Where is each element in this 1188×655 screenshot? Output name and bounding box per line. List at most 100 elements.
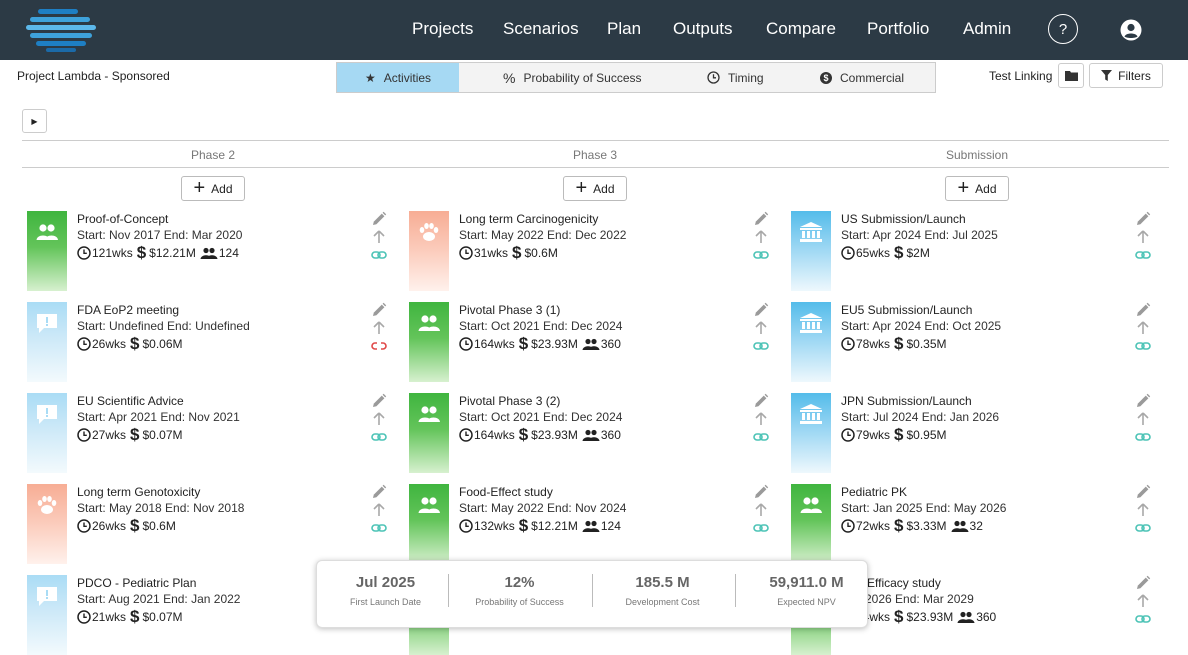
activity-card[interactable]: US Submission/Launch Start: Apr 2024 End:… <box>791 211 1151 291</box>
app-logo[interactable] <box>26 7 98 53</box>
activity-card[interactable]: Long term Carcinogenicity Start: May 2022… <box>409 211 769 291</box>
activity-title[interactable]: Pediatric PK <box>841 485 907 499</box>
activity-card[interactable]: FDA EoP2 meeting Start: Undefined End: Un… <box>27 302 387 382</box>
activity-card[interactable]: Pivotal Phase 3 (2) Start: Oct 2021 End: … <box>409 393 769 473</box>
divider <box>448 574 449 607</box>
activity-card[interactable]: Pivotal Phase 3 (1) Start: Oct 2021 End: … <box>409 302 769 382</box>
link-icon[interactable] <box>753 429 769 445</box>
activity-card[interactable]: Food-Effect study Start: May 2022 End: No… <box>409 484 769 564</box>
edit-pencil-icon[interactable] <box>1135 393 1151 409</box>
link-icon[interactable] <box>371 429 387 445</box>
user-account-icon[interactable] <box>1120 19 1142 41</box>
activity-title[interactable]: JPN Submission/Launch <box>841 394 972 408</box>
activity-card[interactable]: EU5 Submission/Launch Start: Apr 2024 End… <box>791 302 1151 382</box>
nav-portfolio[interactable]: Portfolio <box>867 19 929 39</box>
edit-pencil-icon[interactable] <box>1135 302 1151 318</box>
activity-title[interactable]: EU5 Submission/Launch <box>841 303 972 317</box>
edit-pencil-icon[interactable] <box>753 302 769 318</box>
activity-title[interactable]: Pivotal Phase 3 (2) <box>459 394 560 408</box>
view-tabs: ★ Activities % Probability of Success Ti… <box>336 62 936 93</box>
move-up-arrow-icon[interactable] <box>1135 593 1151 609</box>
activity-title[interactable]: EU Scientific Advice <box>77 394 184 408</box>
tab-commercial[interactable]: $ Commercial <box>820 63 930 92</box>
activity-title[interactable]: Pivotal Phase 3 (1) <box>459 303 560 317</box>
tab-activities[interactable]: ★ Activities <box>337 63 459 92</box>
activity-title[interactable]: US Submission/Launch <box>841 212 966 226</box>
add-activity-button[interactable]: + Add <box>181 176 245 201</box>
nav-outputs[interactable]: Outputs <box>673 19 733 39</box>
activity-card[interactable]: EU Scientific Advice Start: Apr 2021 End:… <box>27 393 387 473</box>
nav-plan[interactable]: Plan <box>607 19 641 39</box>
activity-title[interactable]: Food-Effect study <box>459 485 553 499</box>
move-up-arrow-icon[interactable] <box>1135 411 1151 427</box>
expand-toggle-button[interactable]: ▶ <box>22 109 47 133</box>
bank-icon <box>800 222 822 242</box>
clock-icon <box>77 609 91 624</box>
summary-value: 59,911.0 M <box>769 574 844 591</box>
activity-card[interactable]: Pediatric PK Start: Jan 2025 End: May 202… <box>791 484 1151 564</box>
link-icon[interactable] <box>753 247 769 263</box>
edit-pencil-icon[interactable] <box>1135 484 1151 500</box>
filters-button[interactable]: Filters <box>1089 63 1163 88</box>
speech-bubble-icon <box>37 314 57 333</box>
edit-pencil-icon[interactable] <box>371 211 387 227</box>
edit-pencil-icon[interactable] <box>753 484 769 500</box>
move-up-arrow-icon[interactable] <box>753 320 769 336</box>
move-up-arrow-icon[interactable] <box>1135 229 1151 245</box>
activity-card[interactable]: Proof-of-Concept Start: Nov 2017 End: Mar… <box>27 211 387 291</box>
nav-scenarios[interactable]: Scenarios <box>503 19 579 39</box>
activity-stats: 132wks $ $12.21M 124 <box>459 517 621 534</box>
move-up-arrow-icon[interactable] <box>371 411 387 427</box>
edit-pencil-icon[interactable] <box>753 211 769 227</box>
link-icon[interactable] <box>753 338 769 354</box>
move-up-arrow-icon[interactable] <box>371 229 387 245</box>
link-icon[interactable] <box>1135 520 1151 536</box>
edit-pencil-icon[interactable] <box>371 393 387 409</box>
tab-probability-of-success[interactable]: % Probability of Success <box>503 63 673 92</box>
move-up-arrow-icon[interactable] <box>371 320 387 336</box>
add-activity-button[interactable]: + Add <box>563 176 627 201</box>
move-up-arrow-icon[interactable] <box>753 411 769 427</box>
edit-pencil-icon[interactable] <box>1135 211 1151 227</box>
activity-title[interactable]: Long term Carcinogenicity <box>459 212 598 226</box>
move-up-arrow-icon[interactable] <box>753 502 769 518</box>
help-button[interactable]: ? <box>1048 14 1078 44</box>
activity-stats: 164wks $ $23.93M 360 <box>459 335 621 352</box>
link-icon[interactable] <box>1135 247 1151 263</box>
link-icon[interactable] <box>1135 429 1151 445</box>
activity-card[interactable]: Long term Genotoxicity Start: May 2018 En… <box>27 484 387 564</box>
link-icon[interactable] <box>753 520 769 536</box>
link-icon[interactable] <box>1135 611 1151 627</box>
people-icon <box>36 224 58 240</box>
move-up-arrow-icon[interactable] <box>1135 502 1151 518</box>
activity-dates: Start: Oct 2021 End: Dec 2024 <box>459 319 623 333</box>
link-icon[interactable] <box>371 520 387 536</box>
edit-pencil-icon[interactable] <box>1135 575 1151 591</box>
clock-icon <box>459 427 473 442</box>
edit-pencil-icon[interactable] <box>371 484 387 500</box>
link-icon[interactable] <box>1135 338 1151 354</box>
tab-label: Probability of Success <box>523 70 642 85</box>
activity-title[interactable]: Proof-of-Concept <box>77 212 168 226</box>
edit-pencil-icon[interactable] <box>753 393 769 409</box>
activity-title[interactable]: Long term Genotoxicity <box>77 485 200 499</box>
cost-value: $12.21M <box>531 518 578 533</box>
nav-compare[interactable]: Compare <box>766 19 836 39</box>
activity-title[interactable]: FDA EoP2 meeting <box>77 303 179 317</box>
edit-pencil-icon[interactable] <box>371 302 387 318</box>
folder-button[interactable] <box>1058 63 1084 88</box>
tab-timing[interactable]: Timing <box>707 63 797 92</box>
move-up-arrow-icon[interactable] <box>753 229 769 245</box>
test-linking-label[interactable]: Test Linking <box>989 69 1052 83</box>
move-up-arrow-icon[interactable] <box>371 502 387 518</box>
activity-card[interactable]: JPN Submission/Launch Start: Jul 2024 End… <box>791 393 1151 473</box>
move-up-arrow-icon[interactable] <box>1135 320 1151 336</box>
activity-actions <box>753 211 771 265</box>
activity-stats: 26wks $ $0.6M <box>77 517 176 534</box>
activity-title[interactable]: PDCO - Pediatric Plan <box>77 576 196 590</box>
nav-projects[interactable]: Projects <box>412 19 473 39</box>
nav-admin[interactable]: Admin <box>963 19 1011 39</box>
broken-link-icon[interactable] <box>371 338 387 354</box>
link-icon[interactable] <box>371 247 387 263</box>
add-activity-button[interactable]: + Add <box>945 176 1009 201</box>
